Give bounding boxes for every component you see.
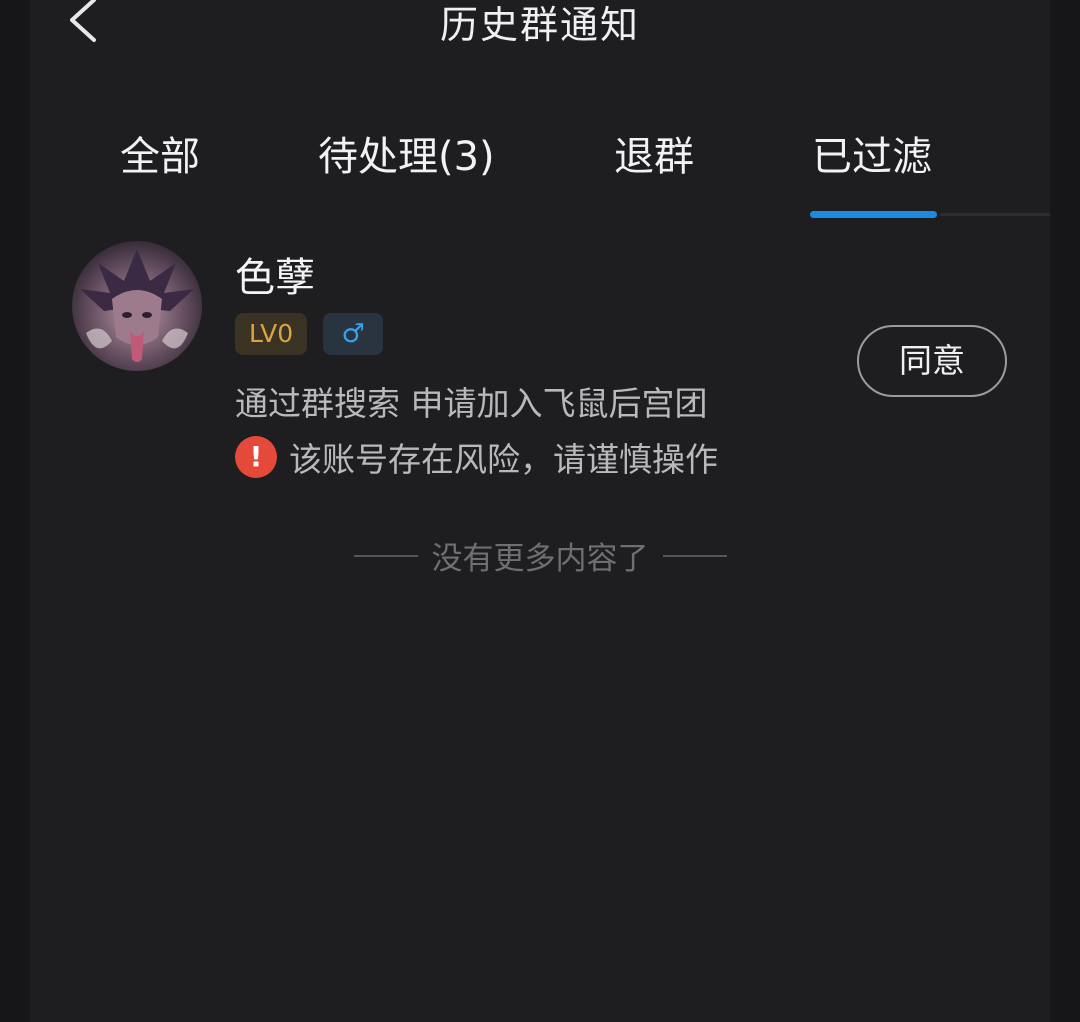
screen-edge-right (1050, 0, 1080, 1022)
request-message: 通过群搜索 申请加入飞鼠后宫团 (235, 384, 708, 423)
risk-warning: ! 该账号存在风险，请谨慎操作 (235, 435, 718, 479)
header: 历史群通知 (30, 0, 1050, 60)
tab-quit-group[interactable]: 退群 (614, 124, 694, 182)
male-gender-icon: ♂ (323, 313, 384, 355)
applicant-name[interactable]: 色孽 (235, 245, 315, 303)
tab-filtered[interactable]: 已过滤 (812, 124, 932, 182)
divider-right (662, 554, 727, 557)
page-title: 历史群通知 (439, 3, 640, 47)
warning-icon: ! (235, 436, 277, 478)
tab-bar: 全部 待处理(3) 退群 已过滤 (30, 110, 1050, 220)
level-badge: LV0 (235, 313, 308, 355)
notification-screen: 历史群通知 全部 待处理(3) 退群 已过滤 色孽 LV0 ♂ 通过群搜索 申请… (30, 0, 1050, 1022)
character-avatar-icon (72, 241, 202, 371)
applicant-badges: LV0 ♂ (235, 313, 384, 357)
tab-divider (940, 213, 1050, 216)
divider-left (353, 554, 418, 557)
screen-edge-left (0, 0, 30, 1022)
avatar[interactable] (72, 241, 202, 371)
join-request-item: 色孽 LV0 ♂ 通过群搜索 申请加入飞鼠后宫团 ! 该账号存在风险，请谨慎操作… (30, 235, 1050, 495)
tab-all[interactable]: 全部 (120, 124, 200, 182)
warning-text: 该账号存在风险，请谨慎操作 (289, 440, 718, 479)
agree-button[interactable]: 同意 (857, 325, 1007, 397)
active-tab-indicator (810, 211, 937, 218)
end-of-list-text: 没有更多内容了 (431, 541, 649, 577)
end-of-list: 没有更多内容了 (30, 533, 1050, 578)
tab-pending[interactable]: 待处理(3) (318, 124, 495, 182)
